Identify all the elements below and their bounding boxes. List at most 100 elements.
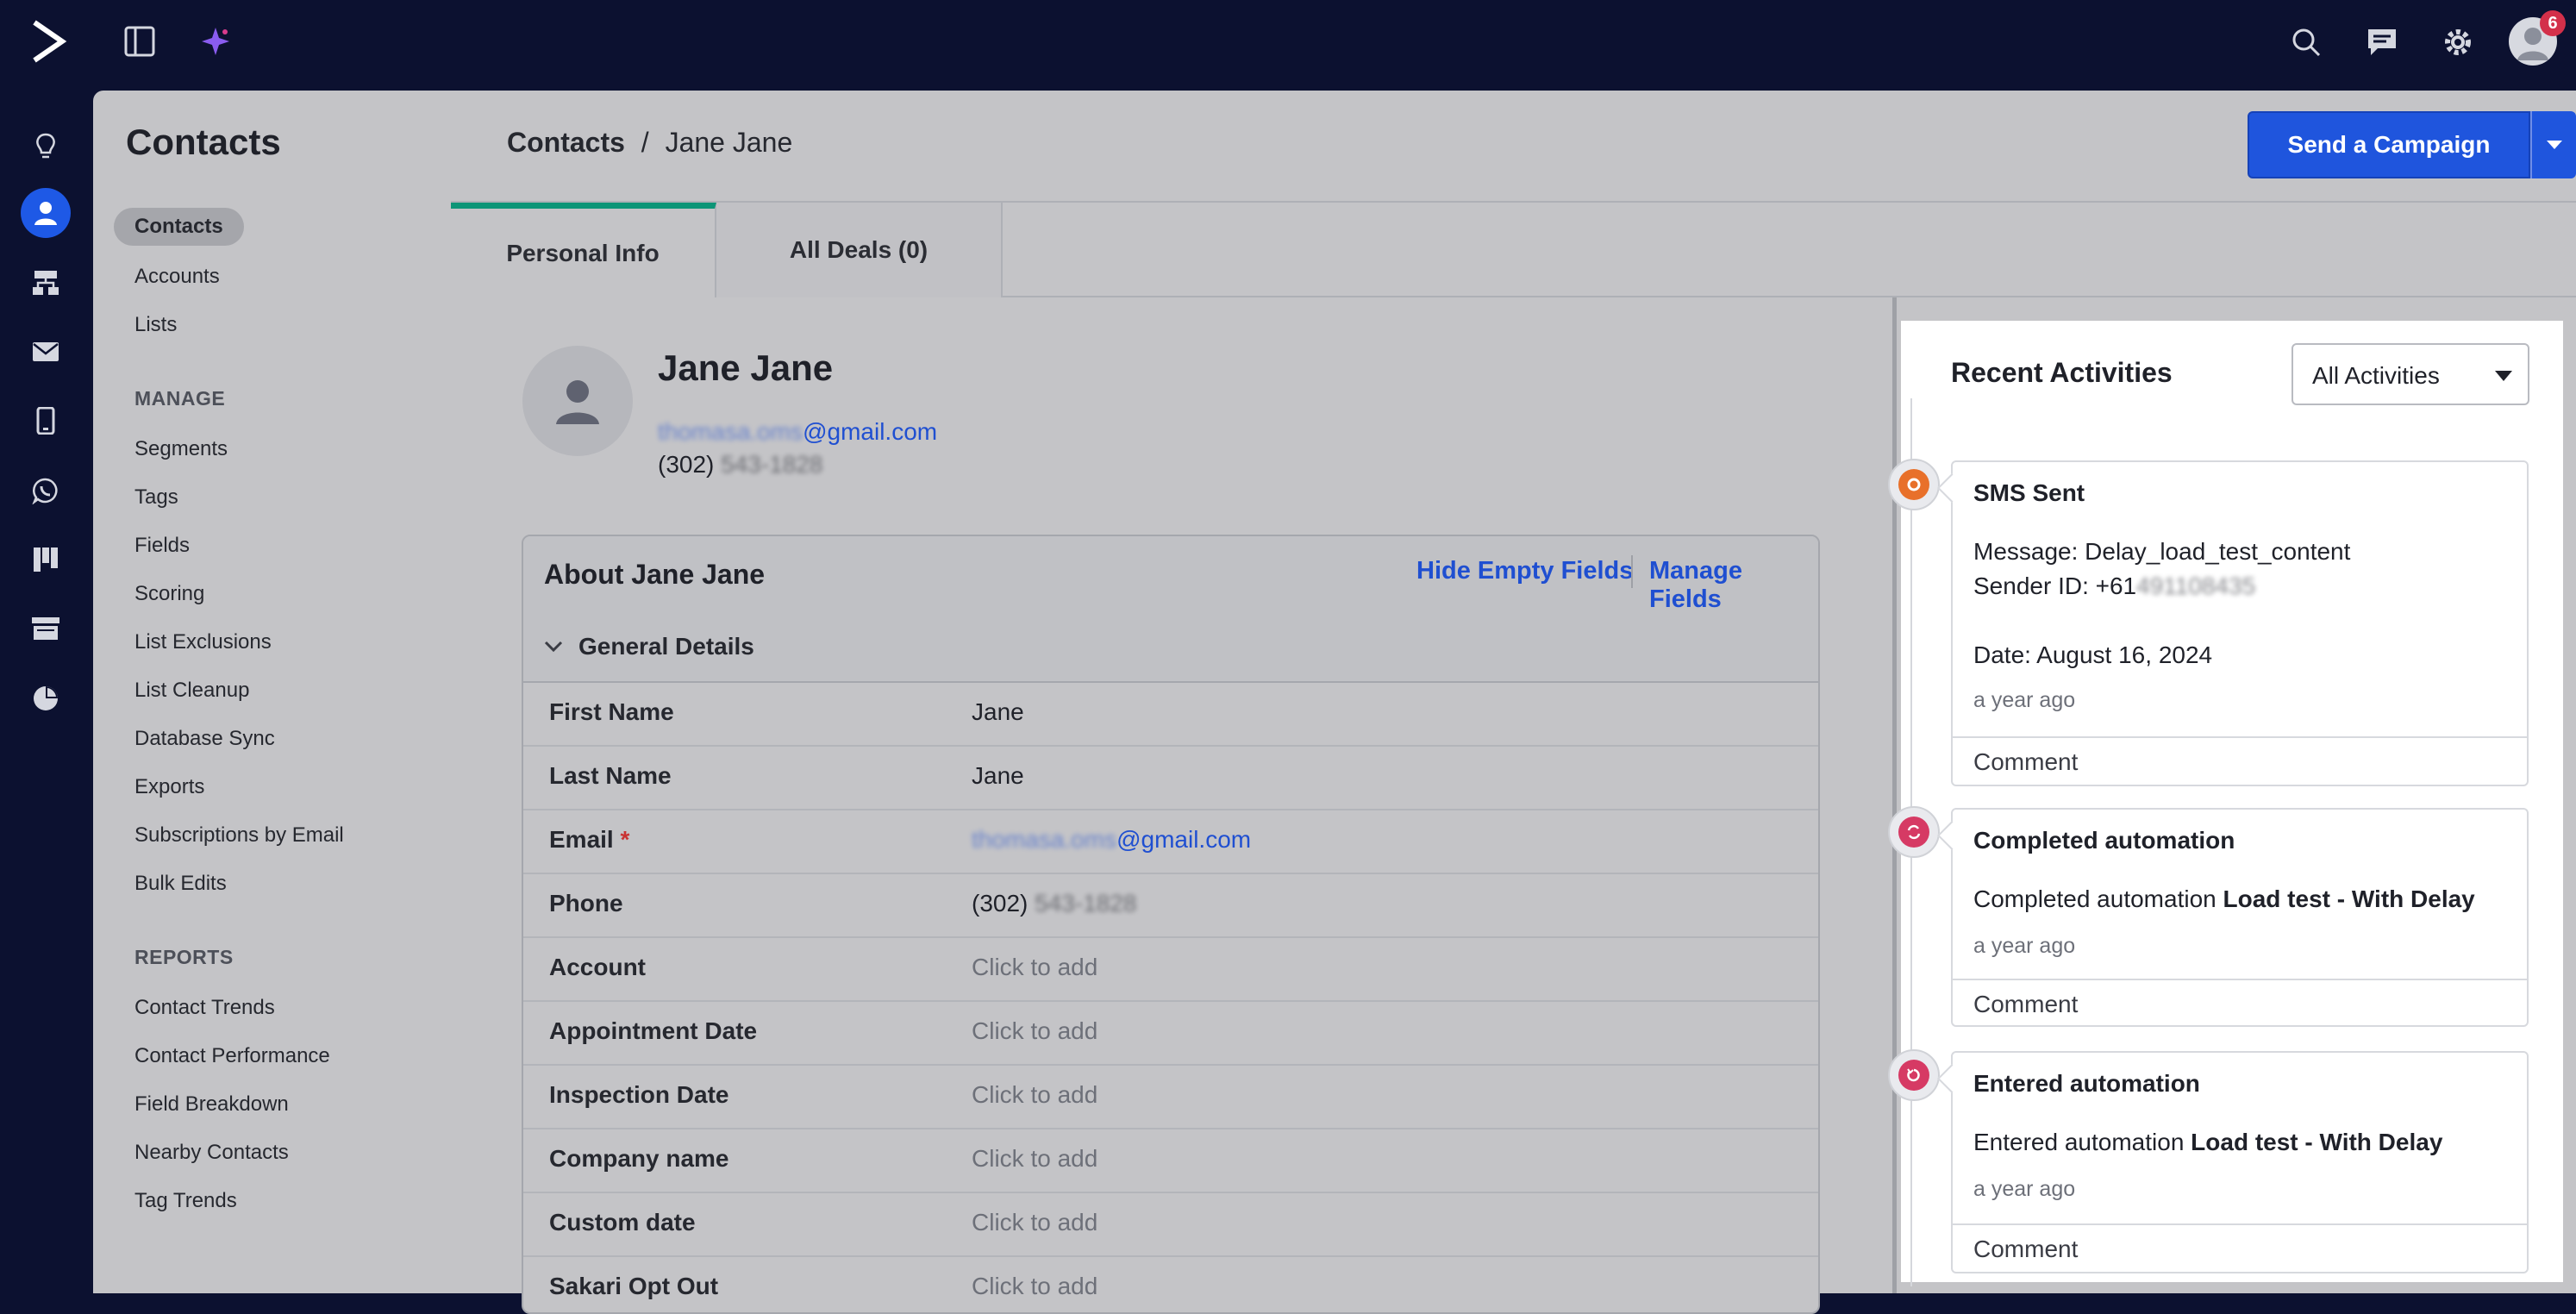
field-value[interactable]: (302) 543-1828 bbox=[972, 890, 1137, 917]
general-details-label: General Details bbox=[578, 633, 754, 660]
subnav-item-subscriptions-by-email[interactable]: Subscriptions by Email bbox=[134, 823, 344, 848]
caret-down-icon bbox=[2495, 371, 2512, 381]
hide-empty-fields-link[interactable]: Hide Empty Fields bbox=[1416, 557, 1633, 585]
subnav-item-list-exclusions[interactable]: List Exclusions bbox=[134, 630, 272, 654]
field-label: First Name bbox=[549, 698, 674, 725]
field-value[interactable]: thomasa.oms@gmail.com bbox=[972, 826, 1251, 854]
subnav-item-exports[interactable]: Exports bbox=[134, 775, 204, 799]
panel-toggle-icon[interactable] bbox=[121, 22, 159, 60]
field-label: Phone bbox=[549, 890, 623, 917]
field-label: Inspection Date bbox=[549, 1081, 729, 1108]
phone-redacted: 543-1828 bbox=[1035, 890, 1137, 917]
field-label: Account bbox=[549, 954, 646, 980]
activity-date: Date: August 16, 2024 bbox=[1973, 641, 2213, 668]
manage-fields-link[interactable]: Manage Fields bbox=[1649, 557, 1818, 614]
kanban-icon[interactable] bbox=[21, 535, 71, 585]
chat-icon[interactable] bbox=[2362, 22, 2402, 62]
field-row: Phone (302) 543-1828 bbox=[523, 873, 1818, 938]
automation-complete-icon bbox=[1888, 806, 1940, 858]
subnav-item-scoring[interactable]: Scoring bbox=[134, 582, 204, 606]
top-bar: 6 bbox=[0, 0, 2576, 91]
activity-card: Completed automation Completed automatio… bbox=[1951, 808, 2529, 1027]
about-title: About Jane Jane bbox=[544, 559, 766, 590]
mobile-icon[interactable] bbox=[21, 396, 71, 446]
link-divider bbox=[1631, 555, 1633, 588]
subnav-item-lists[interactable]: Lists bbox=[134, 313, 177, 337]
subnav-item-contact-trends[interactable]: Contact Trends bbox=[134, 996, 275, 1020]
subnav-item-fields[interactable]: Fields bbox=[134, 534, 190, 558]
phone-area: (302) bbox=[658, 451, 715, 478]
activity-text: Completed automation Load test - With De… bbox=[1973, 885, 2475, 912]
subnav-item-list-cleanup[interactable]: List Cleanup bbox=[134, 679, 249, 703]
field-label: Appointment Date bbox=[549, 1017, 758, 1044]
lightbulb-icon[interactable] bbox=[21, 122, 71, 172]
pie-chart-icon[interactable] bbox=[21, 673, 71, 723]
field-value[interactable]: Click to add bbox=[972, 1145, 1097, 1173]
field-row: Appointment Date Click to add bbox=[523, 1000, 1818, 1066]
comment-button[interactable]: Comment bbox=[1953, 1223, 2527, 1272]
whatsapp-icon[interactable] bbox=[21, 466, 71, 516]
contacts-icon[interactable] bbox=[21, 188, 71, 238]
field-value[interactable]: Click to add bbox=[972, 954, 1097, 981]
field-label: Company name bbox=[549, 1145, 729, 1172]
search-icon[interactable] bbox=[2286, 22, 2326, 62]
sms-icon bbox=[1888, 459, 1940, 510]
activities-filter-value: All Activities bbox=[2312, 362, 2440, 389]
caret-down-icon bbox=[2546, 141, 2562, 149]
tab-personal-info[interactable]: Personal Info bbox=[451, 203, 716, 297]
gear-icon[interactable] bbox=[2438, 22, 2478, 62]
field-row: Last Name Jane bbox=[523, 745, 1818, 810]
comment-button[interactable]: Comment bbox=[1953, 979, 2527, 1027]
field-value[interactable]: Jane bbox=[972, 698, 1024, 726]
field-label: Custom date bbox=[549, 1209, 696, 1236]
field-row: Email * thomasa.oms@gmail.com bbox=[523, 809, 1818, 874]
send-campaign-button[interactable]: Send a Campaign bbox=[2248, 111, 2530, 178]
subnav-item-database-sync[interactable]: Database Sync bbox=[134, 727, 275, 751]
subnav-item-tags[interactable]: Tags bbox=[134, 485, 178, 510]
breadcrumb-current: Jane Jane bbox=[665, 127, 793, 158]
contact-name: Jane Jane bbox=[658, 347, 834, 388]
general-details-toggle[interactable]: General Details bbox=[523, 614, 1818, 683]
field-value[interactable]: Jane bbox=[972, 762, 1024, 790]
field-row: Account Click to add bbox=[523, 936, 1818, 1002]
email-domain: @gmail.com bbox=[803, 418, 938, 445]
subnav-item-bulk-edits[interactable]: Bulk Edits bbox=[134, 872, 227, 896]
subnav-item-nearby-contacts[interactable]: Nearby Contacts bbox=[134, 1141, 289, 1165]
activity-message: Message: Delay_load_test_content bbox=[1973, 538, 2351, 565]
subnav-item-contact-performance[interactable]: Contact Performance bbox=[134, 1044, 330, 1068]
contact-email[interactable]: thomasa.oms@gmail.com bbox=[658, 418, 937, 446]
manage-section-label: MANAGE bbox=[134, 387, 226, 410]
mail-icon[interactable] bbox=[21, 327, 71, 377]
subnav-item-tag-trends[interactable]: Tag Trends bbox=[134, 1189, 237, 1213]
field-value[interactable]: Click to add bbox=[972, 1081, 1097, 1109]
panel-divider bbox=[1892, 297, 1897, 1293]
activity-text: Entered automation Load test - With Dela… bbox=[1973, 1129, 2443, 1155]
comment-button[interactable]: Comment bbox=[1953, 736, 2527, 785]
activity-time-ago: a year ago bbox=[1973, 1177, 2076, 1201]
tab-all-deals[interactable]: All Deals (0) bbox=[716, 203, 1003, 297]
automations-icon[interactable] bbox=[21, 258, 71, 308]
person-icon bbox=[556, 380, 599, 424]
sparkle-icon[interactable] bbox=[197, 22, 234, 60]
activity-title: Entered automation bbox=[1973, 1070, 2200, 1097]
activities-filter-select[interactable]: All Activities bbox=[2292, 343, 2529, 405]
contact-phone: (302) 543-1828 bbox=[658, 451, 823, 479]
activities-title: Recent Activities bbox=[1951, 357, 2173, 388]
field-label: Email * bbox=[549, 826, 630, 853]
about-card: About Jane Jane Hide Empty Fields Manage… bbox=[522, 535, 1820, 1314]
subnav-item-segments[interactable]: Segments bbox=[134, 437, 228, 461]
breadcrumb-root[interactable]: Contacts bbox=[507, 127, 625, 158]
field-value[interactable]: Click to add bbox=[972, 1209, 1097, 1236]
subnav-item-accounts[interactable]: Accounts bbox=[134, 265, 220, 289]
subnav-item-contacts[interactable]: Contacts bbox=[114, 208, 244, 246]
field-value[interactable]: Click to add bbox=[972, 1273, 1097, 1300]
contact-tabs: Personal Info All Deals (0) bbox=[451, 201, 2576, 297]
reports-section-label: REPORTS bbox=[134, 946, 234, 968]
field-value[interactable]: Click to add bbox=[972, 1017, 1097, 1045]
phone-redacted: 543-1828 bbox=[721, 451, 823, 478]
subnav-item-field-breakdown[interactable]: Field Breakdown bbox=[134, 1092, 289, 1117]
contact-avatar bbox=[522, 346, 633, 456]
campaign-dropdown-button[interactable] bbox=[2530, 111, 2576, 178]
logo-icon[interactable] bbox=[26, 19, 71, 64]
store-icon[interactable] bbox=[21, 604, 71, 654]
